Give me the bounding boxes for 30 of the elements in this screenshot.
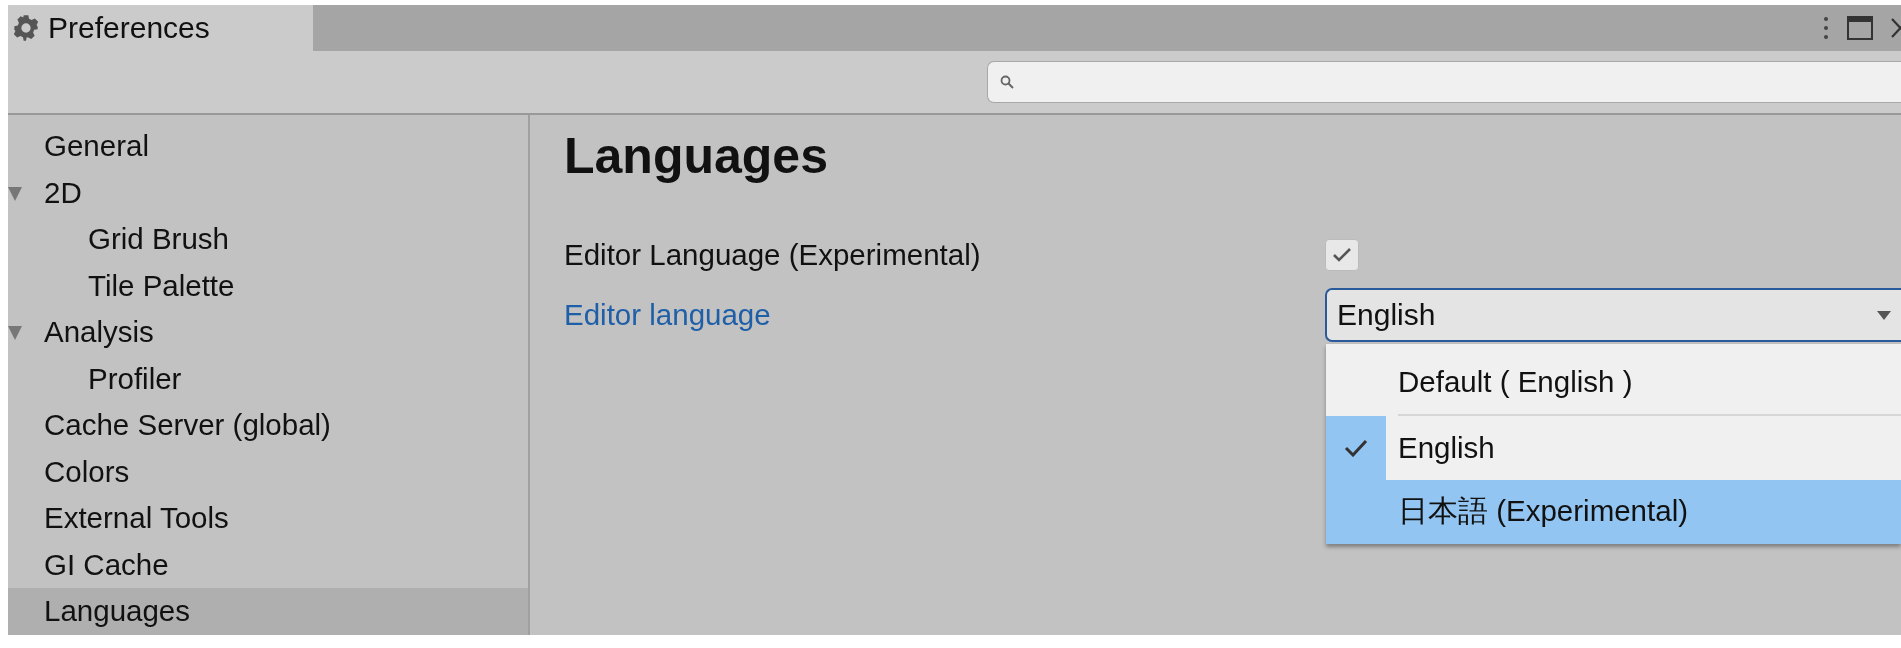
dropdown-arrow-icon	[1877, 310, 1891, 320]
expanded-arrow-icon[interactable]	[8, 326, 22, 340]
close-icon[interactable]	[1891, 18, 1901, 38]
sidebar-item[interactable]: Tile Palette	[8, 262, 528, 309]
sidebar-item[interactable]: 2D	[8, 169, 528, 216]
sidebar-item[interactable]: Languages	[8, 588, 528, 635]
gear-icon	[12, 14, 40, 42]
checkmark-icon	[1332, 247, 1352, 263]
language-dropdown[interactable]: English	[1325, 288, 1901, 342]
search-icon	[1000, 75, 1014, 89]
menu-item[interactable]: Default ( English )	[1326, 350, 1901, 414]
expanded-arrow-icon[interactable]	[8, 186, 22, 201]
sidebar-item[interactable]: External Tools	[8, 495, 528, 542]
more-options-icon[interactable]	[1823, 15, 1829, 41]
preferences-tab[interactable]: Preferences	[8, 5, 313, 51]
sidebar-item[interactable]: Colors	[8, 448, 528, 495]
sidebar-item[interactable]: General	[8, 123, 528, 170]
sidebar-item[interactable]: Analysis	[8, 309, 528, 356]
search-field[interactable]	[987, 61, 1901, 103]
sidebar-item[interactable]: GI Cache	[8, 541, 528, 588]
menu-item[interactable]: 日本語 (Experimental)	[1326, 480, 1901, 544]
sidebar-item[interactable]: Profiler	[8, 355, 528, 402]
checkbox[interactable]	[1325, 239, 1359, 271]
setting-label: Editor language	[564, 298, 772, 332]
menu-item[interactable]: English	[1326, 416, 1901, 480]
maximize-icon[interactable]	[1847, 16, 1873, 40]
sidebar-item[interactable]: Grid Brush	[8, 216, 528, 263]
sidebar-item[interactable]: Cache Server (global)	[8, 402, 528, 449]
page-heading: Languages	[564, 127, 829, 185]
setting-label: Editor Language (Experimental)	[564, 238, 982, 272]
